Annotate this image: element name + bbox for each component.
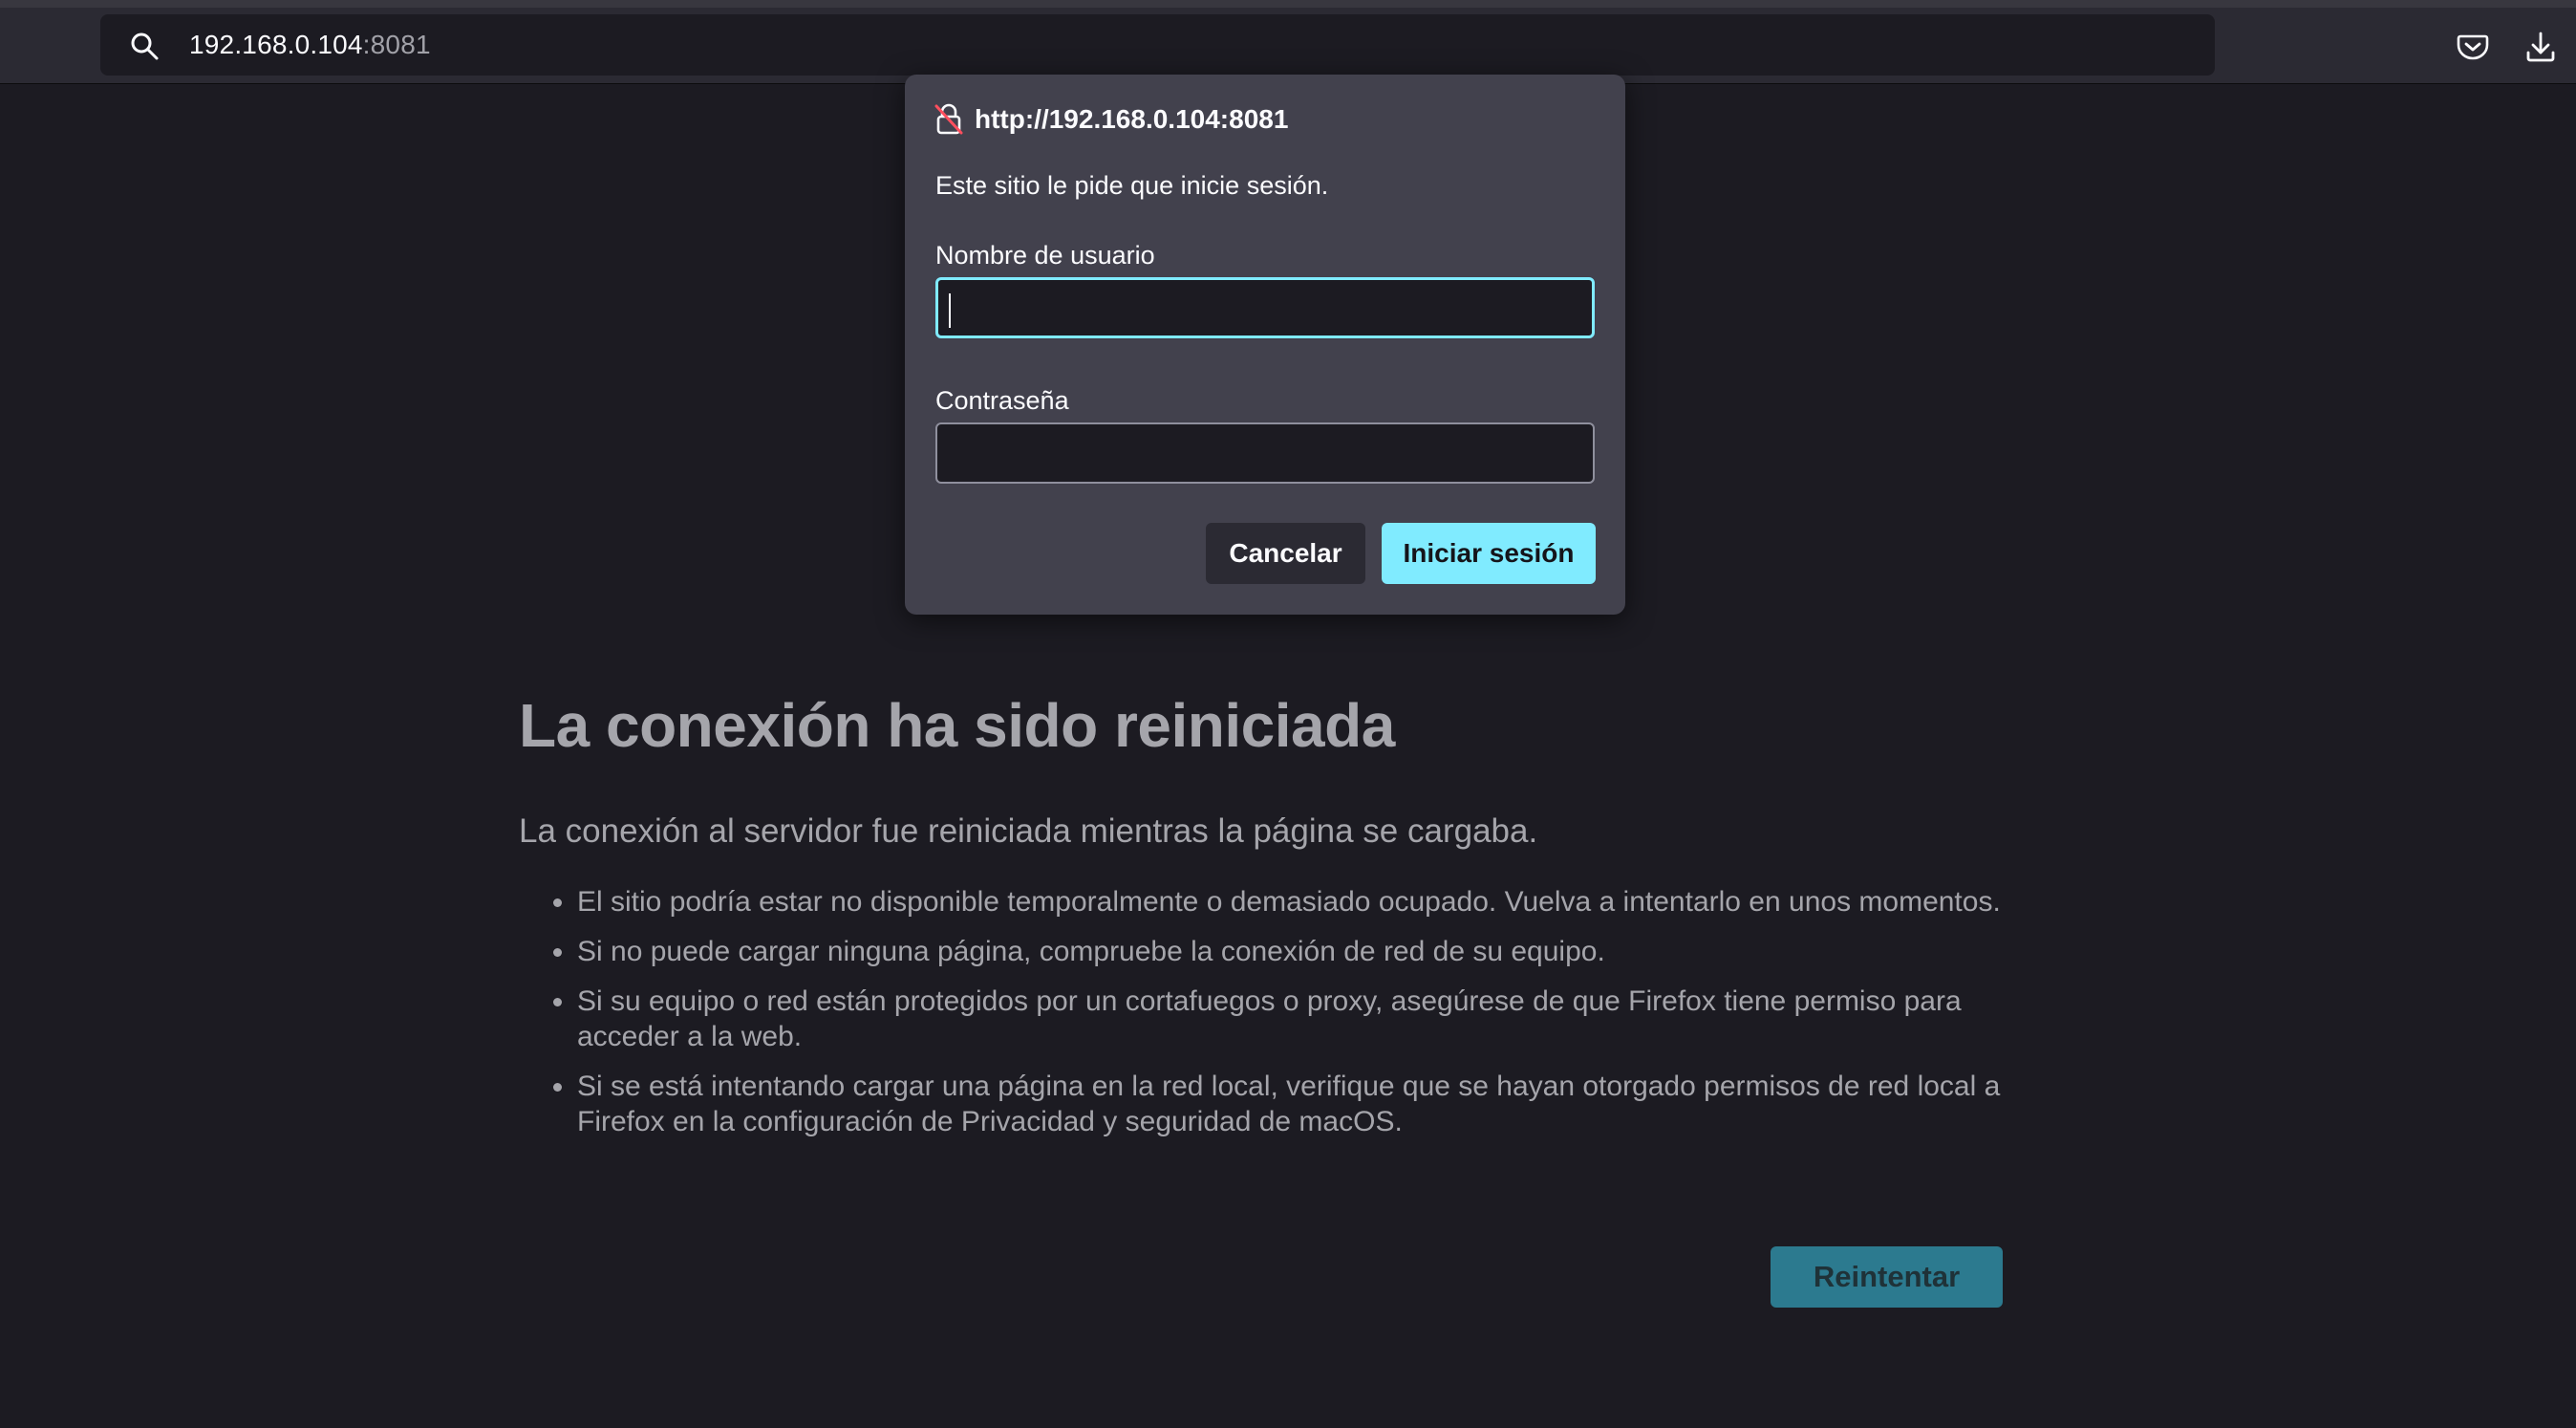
dialog-message: Este sitio le pide que inicie sesión. [935,171,1329,200]
browser-toolbar: 192.168.0.104:8081 [0,0,2576,84]
password-label: Contraseña [935,386,1069,415]
insecure-lock-icon [934,103,963,135]
retry-button[interactable]: Reintentar [1771,1246,2003,1308]
sign-in-button[interactable]: Iniciar sesión [1382,523,1596,584]
dialog-origin: http://192.168.0.104:8081 [975,104,1289,134]
url-text[interactable]: 192.168.0.104:8081 [189,30,431,60]
username-input[interactable] [935,277,1595,338]
list-item: El sitio podría estar no disponible temp… [553,884,2009,920]
search-icon [131,32,159,60]
list-item: Si su equipo o red están protegidos por … [553,984,2009,1054]
list-item: Si no puede cargar ninguna página, compr… [553,934,2009,969]
error-suggestion-list: El sitio podría estar no disponible temp… [519,884,2009,1154]
password-input[interactable] [935,422,1595,484]
auth-dialog: http://192.168.0.104:8081 Este sitio le … [905,75,1625,615]
cancel-button[interactable]: Cancelar [1206,523,1365,584]
url-port: :8081 [362,30,431,59]
text-caret [949,293,951,328]
error-title: La conexión ha sido reiniciada [519,691,1395,760]
url-bar[interactable]: 192.168.0.104:8081 [100,14,2215,76]
url-host: 192.168.0.104 [189,30,363,59]
username-label: Nombre de usuario [935,241,1155,270]
download-icon[interactable] [2523,30,2558,64]
error-description: La conexión al servidor fue reiniciada m… [519,812,1538,850]
pocket-icon[interactable] [2456,30,2490,64]
list-item: Si se está intentando cargar una página … [553,1069,2009,1139]
